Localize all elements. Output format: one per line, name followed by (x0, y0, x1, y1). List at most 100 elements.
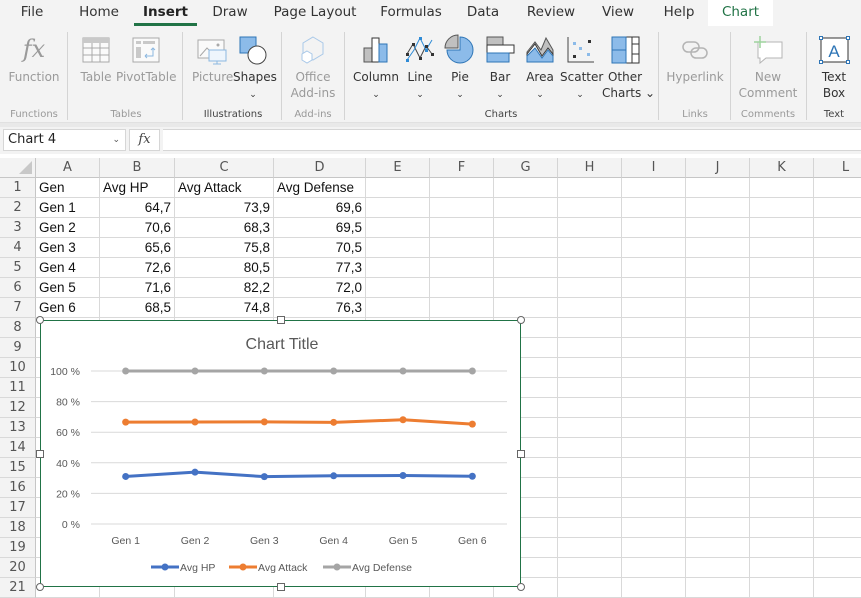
cell-j13[interactable] (686, 418, 750, 438)
cell-i1[interactable] (622, 178, 686, 198)
cell-l12[interactable] (814, 398, 861, 418)
cell-f3[interactable] (430, 218, 494, 238)
column-header-h[interactable]: H (558, 158, 622, 178)
cell-j9[interactable] (686, 338, 750, 358)
row-header-16[interactable]: 16 (0, 478, 36, 498)
cell-c2[interactable]: 73,9 (175, 198, 274, 218)
column-header-i[interactable]: I (622, 158, 686, 178)
cell-k18[interactable] (750, 518, 814, 538)
pivottable-button[interactable]: PivotTable (116, 26, 177, 106)
column-header-l[interactable]: L (814, 158, 861, 178)
column-header-b[interactable]: B (100, 158, 175, 178)
cell-l5[interactable] (814, 258, 861, 278)
cell-h12[interactable] (558, 398, 622, 418)
cell-e4[interactable] (366, 238, 430, 258)
resize-handle-left[interactable] (36, 450, 44, 458)
cell-h10[interactable] (558, 358, 622, 378)
cell-i9[interactable] (622, 338, 686, 358)
resize-handle-top-left[interactable] (36, 316, 44, 324)
cell-e5[interactable] (366, 258, 430, 278)
cell-l3[interactable] (814, 218, 861, 238)
cell-i21[interactable] (622, 578, 686, 598)
resize-handle-top[interactable] (277, 316, 285, 324)
row-header-9[interactable]: 9 (0, 338, 36, 358)
cell-f4[interactable] (430, 238, 494, 258)
cell-l7[interactable] (814, 298, 861, 318)
cell-i6[interactable] (622, 278, 686, 298)
cell-j19[interactable] (686, 538, 750, 558)
cell-i10[interactable] (622, 358, 686, 378)
resize-handle-top-right[interactable] (517, 316, 525, 324)
cell-i17[interactable] (622, 498, 686, 518)
cell-d2[interactable]: 69,6 (274, 198, 366, 218)
cell-e6[interactable] (366, 278, 430, 298)
tab-file[interactable]: File (14, 0, 50, 26)
cell-j16[interactable] (686, 478, 750, 498)
column-chart-button[interactable]: Column ⌄ (353, 26, 399, 106)
cell-g3[interactable] (494, 218, 558, 238)
cell-k4[interactable] (750, 238, 814, 258)
cell-l13[interactable] (814, 418, 861, 438)
cell-k12[interactable] (750, 398, 814, 418)
cell-f7[interactable] (430, 298, 494, 318)
cell-l1[interactable] (814, 178, 861, 198)
cell-l21[interactable] (814, 578, 861, 598)
cell-l4[interactable] (814, 238, 861, 258)
tab-formulas[interactable]: Formulas (379, 0, 443, 26)
chart-object[interactable]: Chart Title 0 % 20 % 40 % 60 % 80 % 100 % Gen 1… (40, 320, 521, 587)
line-chart-button[interactable]: Line ⌄ (400, 26, 440, 106)
cell-d4[interactable]: 70,5 (274, 238, 366, 258)
cell-a2[interactable]: Gen 1 (36, 198, 100, 218)
cell-e7[interactable] (366, 298, 430, 318)
row-header-7[interactable]: 7 (0, 298, 36, 318)
row-header-11[interactable]: 11 (0, 378, 36, 398)
cell-i8[interactable] (622, 318, 686, 338)
cell-j7[interactable] (686, 298, 750, 318)
cell-f5[interactable] (430, 258, 494, 278)
cell-j10[interactable] (686, 358, 750, 378)
cell-b3[interactable]: 70,6 (100, 218, 175, 238)
cell-i14[interactable] (622, 438, 686, 458)
cell-h7[interactable] (558, 298, 622, 318)
cell-l11[interactable] (814, 378, 861, 398)
cell-h2[interactable] (558, 198, 622, 218)
cell-i7[interactable] (622, 298, 686, 318)
cell-k5[interactable] (750, 258, 814, 278)
row-header-20[interactable]: 20 (0, 558, 36, 578)
cell-j3[interactable] (686, 218, 750, 238)
row-header-1[interactable]: 1 (0, 178, 36, 198)
cell-i5[interactable] (622, 258, 686, 278)
other-charts-button[interactable]: Other Charts ⌄ (602, 26, 655, 106)
insert-function-button[interactable]: fx Function (4, 26, 64, 106)
cell-h4[interactable] (558, 238, 622, 258)
cell-j4[interactable] (686, 238, 750, 258)
cell-j17[interactable] (686, 498, 750, 518)
hyperlink-button[interactable]: Hyperlink (664, 26, 726, 106)
cell-b6[interactable]: 71,6 (100, 278, 175, 298)
cell-i20[interactable] (622, 558, 686, 578)
cell-k2[interactable] (750, 198, 814, 218)
name-box[interactable]: Chart 4 ⌄ (3, 129, 126, 151)
cell-h18[interactable] (558, 518, 622, 538)
cell-k19[interactable] (750, 538, 814, 558)
cell-l14[interactable] (814, 438, 861, 458)
cell-f2[interactable] (430, 198, 494, 218)
tab-data[interactable]: Data (465, 0, 501, 26)
cell-a4[interactable]: Gen 3 (36, 238, 100, 258)
tab-insert[interactable]: Insert (133, 0, 198, 26)
cell-j5[interactable] (686, 258, 750, 278)
cell-k10[interactable] (750, 358, 814, 378)
cell-j6[interactable] (686, 278, 750, 298)
area-chart-button[interactable]: Area ⌄ (522, 26, 558, 106)
cell-g4[interactable] (494, 238, 558, 258)
cell-j2[interactable] (686, 198, 750, 218)
cell-b7[interactable]: 68,5 (100, 298, 175, 318)
shapes-button[interactable]: Shapes ⌄ (233, 26, 277, 106)
cell-g2[interactable] (494, 198, 558, 218)
cell-j20[interactable] (686, 558, 750, 578)
row-header-5[interactable]: 5 (0, 258, 36, 278)
cell-e1[interactable] (366, 178, 430, 198)
cell-k1[interactable] (750, 178, 814, 198)
text-box-button[interactable]: A Text Box (812, 26, 856, 106)
cell-j11[interactable] (686, 378, 750, 398)
